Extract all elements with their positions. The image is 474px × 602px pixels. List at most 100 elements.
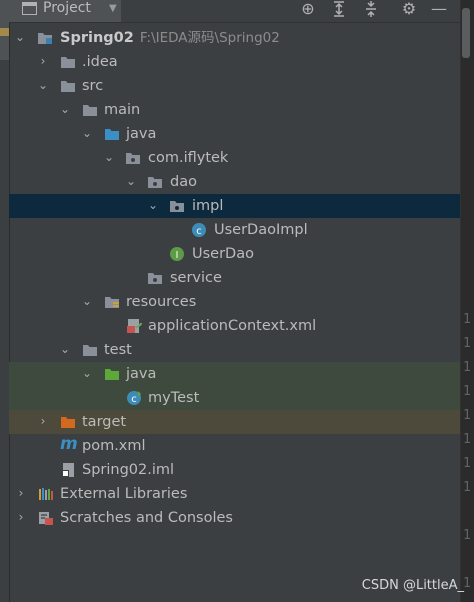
tree-label: impl	[192, 198, 224, 214]
watermark: CSDN @LittleA_	[361, 578, 464, 593]
expand-arrow-icon[interactable]: ⌄	[80, 294, 94, 308]
tree-label: dao	[170, 174, 197, 190]
tree-row-application-context[interactable]: applicationContext.xml	[9, 314, 460, 338]
tree-row-service[interactable]: service	[9, 266, 460, 290]
chevron-down-icon[interactable]: ▼	[109, 3, 117, 14]
line-number: 1	[463, 480, 471, 495]
tree-row-main[interactable]: ⌄ main	[9, 98, 460, 122]
package-icon	[148, 177, 162, 188]
line-number: 1	[463, 408, 471, 423]
package-icon	[126, 153, 140, 164]
libraries-icon	[39, 488, 53, 500]
tree-label: test	[104, 342, 132, 358]
expand-arrow-icon[interactable]: ⌄	[36, 78, 50, 92]
source-folder-icon	[105, 129, 119, 140]
expand-all-icon[interactable]	[329, 0, 349, 18]
chevron-right-icon[interactable]: ›	[36, 414, 50, 428]
tree-label: Spring02.iml	[82, 462, 175, 478]
tree-label: service	[170, 270, 222, 286]
package-icon	[170, 201, 184, 212]
locate-icon[interactable]: ⊕	[298, 0, 318, 18]
line-number: 1	[463, 384, 471, 399]
tree-row-test-java[interactable]: ⌄ java	[9, 362, 460, 386]
tree-row-test[interactable]: ⌄ test	[9, 338, 460, 362]
scratches-icon	[39, 512, 53, 525]
tree-row-userdaoimpl[interactable]: c UserDaoImpl	[9, 218, 460, 242]
tree-row-external-libraries[interactable]: › External Libraries	[9, 482, 460, 506]
tree-label: com.iflytek	[148, 150, 229, 166]
panel-title: Project	[43, 0, 91, 16]
tool-strip-marker	[0, 28, 9, 36]
chevron-right-icon[interactable]: ›	[14, 510, 28, 524]
tree-row-pom[interactable]: m pom.xml	[9, 434, 460, 458]
tree-row-package[interactable]: ⌄ com.iflytek	[9, 146, 460, 170]
tree-label: External Libraries	[60, 486, 188, 502]
tree-row-dao[interactable]: ⌄ dao	[9, 170, 460, 194]
project-name: Spring02	[60, 30, 134, 46]
tree-row-scratches[interactable]: › Scratches and Consoles	[9, 506, 460, 530]
tree-row-src[interactable]: ⌄ src	[9, 74, 460, 98]
package-icon	[148, 273, 162, 284]
line-number: 1	[463, 576, 471, 591]
project-window-icon	[22, 2, 37, 15]
svg-text:I: I	[176, 250, 179, 261]
tree-label: UserDao	[192, 246, 254, 262]
maven-icon: m	[60, 434, 78, 454]
tree-label: myTest	[148, 390, 200, 406]
folder-icon	[83, 345, 97, 356]
tree-row-mytest[interactable]: c myTest	[9, 386, 460, 410]
tree-label: src	[82, 78, 104, 94]
test-folder-icon	[105, 369, 119, 380]
expand-arrow-icon[interactable]: ⌄	[146, 198, 160, 212]
spring-xml-icon	[127, 319, 142, 333]
gear-icon[interactable]: ⚙	[399, 0, 419, 18]
resources-folder-icon	[105, 297, 119, 308]
folder-icon	[83, 105, 97, 116]
panel-header: Project ▼ ⊕ ⚙ —	[9, 0, 460, 23]
tree-label: UserDaoImpl	[214, 222, 308, 238]
class-icon: c	[192, 223, 206, 237]
tree-label: java	[126, 126, 157, 142]
scrollbar-thumb[interactable]	[462, 8, 470, 58]
expand-arrow-icon[interactable]: ⌄	[80, 366, 94, 380]
editor-gutter: 1 1 1 1 1 1 1 1 1 1	[460, 0, 474, 602]
line-number: 1	[463, 456, 471, 471]
tree-label: .idea	[82, 54, 118, 70]
project-panel: Project ▼ ⊕ ⚙ — ⌄ Spring02 F:\IEDA源码\Spri…	[9, 0, 460, 602]
expand-arrow-icon[interactable]: ⌄	[58, 102, 72, 116]
tree-label: main	[104, 102, 141, 118]
expand-arrow-icon[interactable]: ⌄	[102, 150, 116, 164]
tree-row-idea[interactable]: › .idea	[9, 50, 460, 74]
line-number: 1	[463, 360, 471, 375]
tree-row-impl[interactable]: ⌄ impl	[9, 194, 460, 218]
hide-icon[interactable]: —	[429, 0, 449, 18]
tree-label: java	[126, 366, 157, 382]
folder-icon	[61, 57, 75, 68]
line-number: 1	[463, 528, 471, 543]
chevron-right-icon[interactable]: ›	[36, 54, 50, 68]
tree-row-resources[interactable]: ⌄ resources	[9, 290, 460, 314]
tree-row-userdao[interactable]: I UserDao	[9, 242, 460, 266]
tree-row-iml[interactable]: Spring02.iml	[9, 458, 460, 482]
project-view-selector[interactable]: Project ▼	[9, 0, 121, 22]
line-number: 1	[463, 312, 471, 327]
tree-label: applicationContext.xml	[148, 318, 317, 334]
collapse-all-icon[interactable]	[361, 0, 381, 18]
excluded-folder-icon	[61, 417, 75, 428]
tree-row-project-root[interactable]: ⌄ Spring02 F:\IEDA源码\Spring02	[9, 26, 460, 50]
line-number: 1	[463, 432, 471, 447]
test-class-icon: c	[127, 391, 141, 405]
expand-arrow-icon[interactable]: ⌄	[58, 342, 72, 356]
tree-row-target[interactable]: › target	[9, 410, 460, 434]
interface-icon: I	[170, 247, 184, 261]
tree-row-java[interactable]: ⌄ java	[9, 122, 460, 146]
expand-arrow-icon[interactable]: ⌄	[124, 174, 138, 188]
expand-arrow-icon[interactable]: ⌄	[13, 30, 27, 44]
expand-arrow-icon[interactable]: ⌄	[80, 126, 94, 140]
svg-text:c: c	[131, 394, 137, 405]
svg-text:c: c	[196, 226, 202, 237]
module-file-icon	[62, 463, 74, 477]
chevron-right-icon[interactable]: ›	[14, 486, 28, 500]
project-path: F:\IEDA源码\Spring02	[139, 30, 280, 46]
folder-icon	[61, 81, 75, 92]
